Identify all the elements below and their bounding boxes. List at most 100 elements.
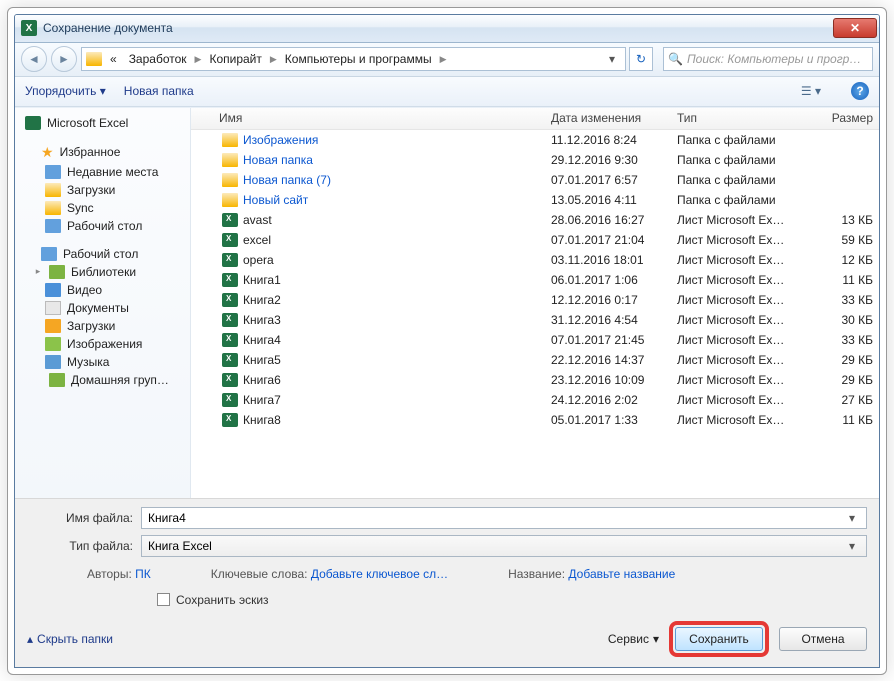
sidebar-documents[interactable]: Документы	[15, 299, 190, 317]
sidebar-excel[interactable]: Microsoft Excel	[15, 114, 190, 132]
sidebar-favorites[interactable]: ★Избранное	[15, 142, 190, 163]
forward-button[interactable]: ►	[51, 46, 77, 72]
keywords-value[interactable]: Добавьте ключевое сл…	[311, 567, 448, 581]
new-folder-button[interactable]: Новая папка	[124, 84, 194, 98]
folder-icon	[86, 52, 102, 66]
file-size: 33 КБ	[801, 290, 879, 310]
file-type: Лист Microsoft Ex…	[671, 230, 801, 250]
file-type: Лист Microsoft Ex…	[671, 210, 801, 230]
file-type: Лист Microsoft Ex…	[671, 410, 801, 430]
excel-icon	[222, 393, 238, 407]
file-date: 22.12.2016 14:37	[545, 350, 671, 370]
filename-input[interactable]: Книга4 ▾	[141, 507, 867, 529]
file-row[interactable]: Новая папка29.12.2016 9:30Папка с файлам…	[191, 150, 879, 170]
sidebar-recent[interactable]: Недавние места	[15, 163, 190, 181]
file-date: 03.11.2016 18:01	[545, 250, 671, 270]
chevron-right-icon: ▶	[440, 54, 447, 65]
file-date: 07.01.2017 21:45	[545, 330, 671, 350]
window-title: Сохранение документа	[43, 21, 173, 35]
back-button[interactable]: ◄	[21, 46, 47, 72]
sidebar-music[interactable]: Музыка	[15, 353, 190, 371]
title-value[interactable]: Добавьте название	[568, 567, 675, 581]
thumbnail-label: Сохранить эскиз	[176, 593, 269, 607]
file-row[interactable]: Изображения11.12.2016 8:24Папка с файлам…	[191, 130, 879, 150]
file-date: 11.12.2016 8:24	[545, 130, 671, 150]
tools-button[interactable]: Сервис ▾	[608, 632, 659, 646]
hide-folders-link[interactable]: ▴Скрыть папки	[27, 632, 113, 646]
excel-icon	[222, 213, 238, 227]
file-name: avast	[243, 213, 272, 227]
file-name: Новый сайт	[243, 193, 308, 207]
file-date: 24.12.2016 2:02	[545, 390, 671, 410]
file-date: 23.12.2016 10:09	[545, 370, 671, 390]
save-button[interactable]: Сохранить	[675, 627, 763, 651]
file-name: opera	[243, 253, 274, 267]
file-size: 12 КБ	[801, 250, 879, 270]
breadcrumb-3[interactable]: Компьютеры и программы	[281, 50, 436, 68]
file-row[interactable]: Новая папка (7)07.01.2017 6:57Папка с фа…	[191, 170, 879, 190]
col-date[interactable]: Дата изменения	[545, 108, 671, 129]
refresh-button[interactable]: ↻	[629, 47, 653, 71]
file-row[interactable]: Книга623.12.2016 10:09Лист Microsoft Ex……	[191, 370, 879, 390]
file-row[interactable]: excel07.01.2017 21:04Лист Microsoft Ex…5…	[191, 230, 879, 250]
col-size[interactable]: Размер	[801, 108, 879, 129]
file-type: Лист Microsoft Ex…	[671, 310, 801, 330]
search-input[interactable]: 🔍 Поиск: Компьютеры и прогр…	[663, 47, 873, 71]
nav-bar: ◄ ► « Заработок ▶ Копирайт ▶ Компьютеры …	[15, 43, 879, 77]
file-row[interactable]: Книга522.12.2016 14:37Лист Microsoft Ex……	[191, 350, 879, 370]
breadcrumb-2[interactable]: Копирайт	[205, 50, 265, 68]
thumbnail-checkbox[interactable]	[157, 593, 170, 606]
sidebar-desktop[interactable]: Рабочий стол	[15, 217, 190, 235]
column-headers[interactable]: Имя Дата изменения Тип Размер	[191, 108, 879, 130]
file-row[interactable]: opera 03.11.2016 18:01Лист Microsoft Ex…1…	[191, 250, 879, 270]
help-icon[interactable]: ?	[851, 82, 869, 100]
file-row[interactable]: Книга407.01.2017 21:45Лист Microsoft Ex……	[191, 330, 879, 350]
file-size: 30 КБ	[801, 310, 879, 330]
file-type: Лист Microsoft Ex…	[671, 390, 801, 410]
file-type: Лист Microsoft Ex…	[671, 330, 801, 350]
file-row[interactable]: Книга805.01.2017 1:33Лист Microsoft Ex…1…	[191, 410, 879, 430]
sidebar-desktop2[interactable]: Рабочий стол	[15, 245, 190, 263]
authors-value[interactable]: ПК	[135, 567, 151, 581]
filetype-combo[interactable]: Книга Excel ▾	[141, 535, 867, 557]
sidebar-downloads2[interactable]: Загрузки	[15, 317, 190, 335]
file-row[interactable]: Книга106.01.2017 1:06Лист Microsoft Ex…1…	[191, 270, 879, 290]
file-size	[801, 170, 879, 190]
excel-icon	[222, 273, 238, 287]
file-type: Лист Microsoft Ex…	[671, 370, 801, 390]
sidebar-libraries[interactable]: ▸Библиотеки	[15, 263, 190, 281]
address-dropdown[interactable]: ▾	[603, 52, 621, 66]
excel-icon	[222, 413, 238, 427]
dropdown-icon[interactable]: ▾	[844, 511, 860, 525]
file-row[interactable]: Книга724.12.2016 2:02Лист Microsoft Ex…2…	[191, 390, 879, 410]
address-bar[interactable]: « Заработок ▶ Копирайт ▶ Компьютеры и пр…	[81, 47, 626, 71]
view-button[interactable]: ☰ ▾	[801, 84, 821, 98]
file-name: Новая папка	[243, 153, 313, 167]
col-name[interactable]: Имя	[191, 108, 545, 129]
filename-label: Имя файла:	[27, 511, 141, 525]
file-row[interactable]: Книга212.12.2016 0:17Лист Microsoft Ex…3…	[191, 290, 879, 310]
file-date: 29.12.2016 9:30	[545, 150, 671, 170]
titlebar[interactable]: X Сохранение документа ✕	[15, 15, 879, 43]
breadcrumb-1[interactable]: Заработок	[125, 50, 191, 68]
close-button[interactable]: ✕	[833, 18, 877, 38]
dropdown-icon: ▾	[653, 632, 659, 646]
sidebar-homegroup[interactable]: Домашняя груп…	[15, 371, 190, 389]
excel-icon	[222, 253, 238, 267]
file-name: Изображения	[243, 133, 318, 147]
file-row[interactable]: Новый сайт13.05.2016 4:11Папка с файлами	[191, 190, 879, 210]
file-row[interactable]: Книга331.12.2016 4:54Лист Microsoft Ex…3…	[191, 310, 879, 330]
dropdown-icon[interactable]: ▾	[844, 539, 860, 553]
sidebar-images[interactable]: Изображения	[15, 335, 190, 353]
sidebar-video[interactable]: Видео	[15, 281, 190, 299]
sidebar-downloads[interactable]: Загрузки	[15, 181, 190, 199]
sidebar-sync[interactable]: Sync	[15, 199, 190, 217]
organize-button[interactable]: Упорядочить ▾	[25, 84, 106, 98]
file-name: Книга2	[243, 293, 281, 307]
file-size: 11 КБ	[801, 270, 879, 290]
col-type[interactable]: Тип	[671, 108, 801, 129]
file-type: Лист Microsoft Ex…	[671, 250, 801, 270]
file-row[interactable]: avast28.06.2016 16:27Лист Microsoft Ex…1…	[191, 210, 879, 230]
file-type: Лист Microsoft Ex…	[671, 290, 801, 310]
cancel-button[interactable]: Отмена	[779, 627, 867, 651]
